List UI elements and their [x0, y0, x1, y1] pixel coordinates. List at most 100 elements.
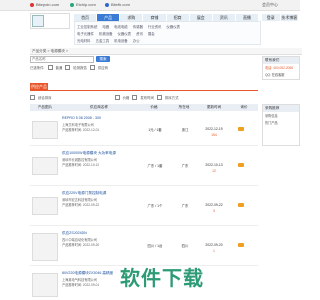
- product-image[interactable]: [32, 157, 58, 175]
- product-meta: 产品推荐时间: 2022-09-22: [62, 203, 100, 207]
- product-image[interactable]: [32, 121, 58, 139]
- nav-item-products[interactable]: 产品: [97, 14, 121, 21]
- subnav-row: 工业控制系统 电器 电线电缆 传感器 行业资讯 仪器仪表: [77, 24, 180, 29]
- contact-qq[interactable]: QQ: 在线客服: [263, 71, 299, 78]
- product-date: 2022-09-22: [205, 203, 223, 207]
- filter-option[interactable]: 普通: [56, 65, 63, 70]
- search-row: 搜索: [30, 55, 175, 63]
- subnav-item[interactable]: 五金工具: [96, 38, 110, 43]
- column-header: 产品图片: [37, 105, 53, 109]
- nav-right: 登录 技术博客: [262, 14, 298, 21]
- recommend-link[interactable]: 热门产品: [263, 119, 299, 126]
- nav-item-buy[interactable]: 求购: [120, 14, 144, 21]
- inquiry-count: 12: [212, 169, 216, 173]
- site-link-1[interactable]: Bitepoin.com: [30, 2, 59, 7]
- logo-icon: [32, 15, 44, 27]
- product-title-link[interactable]: 供应220V电源门禁控制电源: [62, 191, 106, 196]
- product-image[interactable]: [32, 233, 58, 261]
- product-date: 2022-09-20: [205, 243, 223, 247]
- column-header: 价格: [150, 105, 158, 109]
- member-center-link[interactable]: 会员中心: [262, 2, 278, 8]
- subnav-item[interactable]: 光电材料: [77, 38, 91, 43]
- product-meta: 产品推荐时间: 2022-12-01: [62, 128, 100, 132]
- column-header: 所在地: [178, 105, 190, 109]
- tech-blog-link[interactable]: 技术博客: [280, 14, 298, 21]
- subnav-item[interactable]: 办公: [133, 38, 140, 43]
- filter-checkbox[interactable]: [47, 64, 53, 70]
- inquiry-icon[interactable]: [238, 163, 244, 167]
- product-image[interactable]: [32, 197, 58, 215]
- nav-item-invest[interactable]: 招商: [167, 14, 190, 21]
- subnav-item[interactable]: 展会: [148, 31, 155, 36]
- subnav-item[interactable]: 工业控制系统: [77, 24, 97, 29]
- contact-box: 联系我们 电话: 400-052-2066 QQ: 在线客服: [262, 56, 300, 80]
- sort-option[interactable]: 发布时间: [140, 95, 154, 100]
- product-title-link[interactable]: 供应10000W电源模块 大功率电源: [62, 151, 116, 156]
- sort-option[interactable]: 排序方式: [165, 95, 179, 100]
- contact-title: 联系我们: [263, 57, 299, 64]
- nav-item-home[interactable]: 首页: [74, 14, 98, 21]
- product-title-link[interactable]: 80V220电源模块ZX3046 高精度: [62, 271, 113, 276]
- subnav-item[interactable]: 机电设备: [114, 38, 128, 43]
- site-icon: [30, 2, 34, 7]
- search-input[interactable]: [30, 55, 94, 63]
- main-nav: 首页 产品 求购 商铺 招商 展会 资讯 直播: [74, 14, 259, 21]
- product-date: 2022-12-19: [205, 127, 223, 131]
- product-date: 2022-10-13: [205, 163, 223, 167]
- subnav-item[interactable]: 电器: [102, 24, 109, 29]
- sort-checkbox[interactable]: [114, 94, 120, 100]
- inquiry-icon[interactable]: [238, 243, 244, 247]
- recommend-link[interactable]: 采购信息: [263, 112, 299, 119]
- search-button[interactable]: 搜索: [96, 56, 110, 62]
- recommend-title: 采购推荐: [263, 105, 299, 112]
- sort-option[interactable]: 价格: [123, 95, 130, 100]
- inquiry-count: 3: [213, 209, 215, 213]
- inquiry-icon[interactable]: [238, 203, 244, 207]
- subnav-item[interactable]: 电线电缆: [114, 24, 128, 29]
- filter-option[interactable]: 供应商: [98, 65, 108, 70]
- table-row: 供应10000W电源模块 大功率电源 深圳市长城数控有限公司 产品推荐时间: 2…: [30, 147, 258, 186]
- column-header: 更新时间: [206, 105, 222, 109]
- site-link-3[interactable]: Bitefh.com: [105, 2, 130, 7]
- subnav-item[interactable]: 传感器: [133, 24, 143, 29]
- subnav-item[interactable]: 机械设备: [99, 31, 113, 36]
- filter-option[interactable]: 检测报告: [73, 65, 87, 70]
- product-title-link[interactable]: 供应ZSJ024DN: [62, 231, 87, 236]
- product-location: 广东: [181, 204, 189, 208]
- product-image[interactable]: [32, 273, 58, 297]
- subnav-item[interactable]: 资讯: [136, 31, 143, 36]
- inquiry-icon[interactable]: [238, 127, 244, 131]
- subnav-item[interactable]: 仪器仪表: [166, 24, 180, 29]
- product-meta: 产品推荐时间: 2022-09-01: [62, 283, 100, 287]
- column-header: 询价: [240, 105, 248, 109]
- table-row: 供应220V电源门禁控制电源 深圳市宏达科技有限公司 产品推荐时间: 2022-…: [30, 187, 258, 226]
- breadcrumb: 产品分类 > 电源模块 >: [30, 48, 302, 55]
- sort-checkbox[interactable]: [132, 94, 138, 100]
- subnav-row: 电子元器件 机械设备 仪器仪表 资讯 展会: [77, 31, 155, 36]
- sort-checkbox[interactable]: [156, 94, 162, 100]
- nav-item-news[interactable]: 资讯: [213, 14, 236, 21]
- subnav-item[interactable]: 电子元器件: [77, 31, 94, 36]
- login-link[interactable]: 登录: [262, 14, 280, 21]
- filter-label: 已选条件:: [30, 65, 45, 70]
- nav-item-shops[interactable]: 商铺: [143, 14, 167, 21]
- sort-label[interactable]: 综合排序: [38, 95, 52, 100]
- watermark-text: 软件下载: [120, 268, 204, 290]
- subnav-item[interactable]: 仪器仪表: [118, 31, 132, 36]
- product-location: 浙江: [181, 128, 189, 132]
- nav-item-expo[interactable]: 展会: [190, 14, 213, 21]
- table-row: REPRO 5 06 2008 - 300 上海艾科电子有限公司 产品推荐时间:…: [30, 113, 258, 146]
- select-all-checkbox[interactable]: [30, 94, 35, 100]
- product-title-link[interactable]: REPRO 5 06 2008 - 300: [62, 116, 101, 120]
- tab-supply-products[interactable]: 供应产品: [30, 83, 48, 90]
- site-icon: [105, 2, 109, 7]
- filter-checkbox[interactable]: [65, 64, 71, 70]
- filter-checkbox[interactable]: [89, 64, 95, 70]
- site-icon: [70, 2, 74, 7]
- site-link-2[interactable]: Etchip.com: [70, 2, 96, 7]
- product-meta: 产品推荐时间: 2022-10-12: [62, 163, 100, 167]
- nav-item-live[interactable]: 直播: [236, 14, 259, 21]
- subnav-item[interactable]: 行业资讯: [148, 24, 162, 29]
- sort-row: 综合排序 价格 发布时间 排序方式: [30, 94, 258, 100]
- table-row: 供应ZSJ024DN 四川中瑞自动化有限公司 产品推荐时间: 2022-09-2…: [30, 227, 258, 266]
